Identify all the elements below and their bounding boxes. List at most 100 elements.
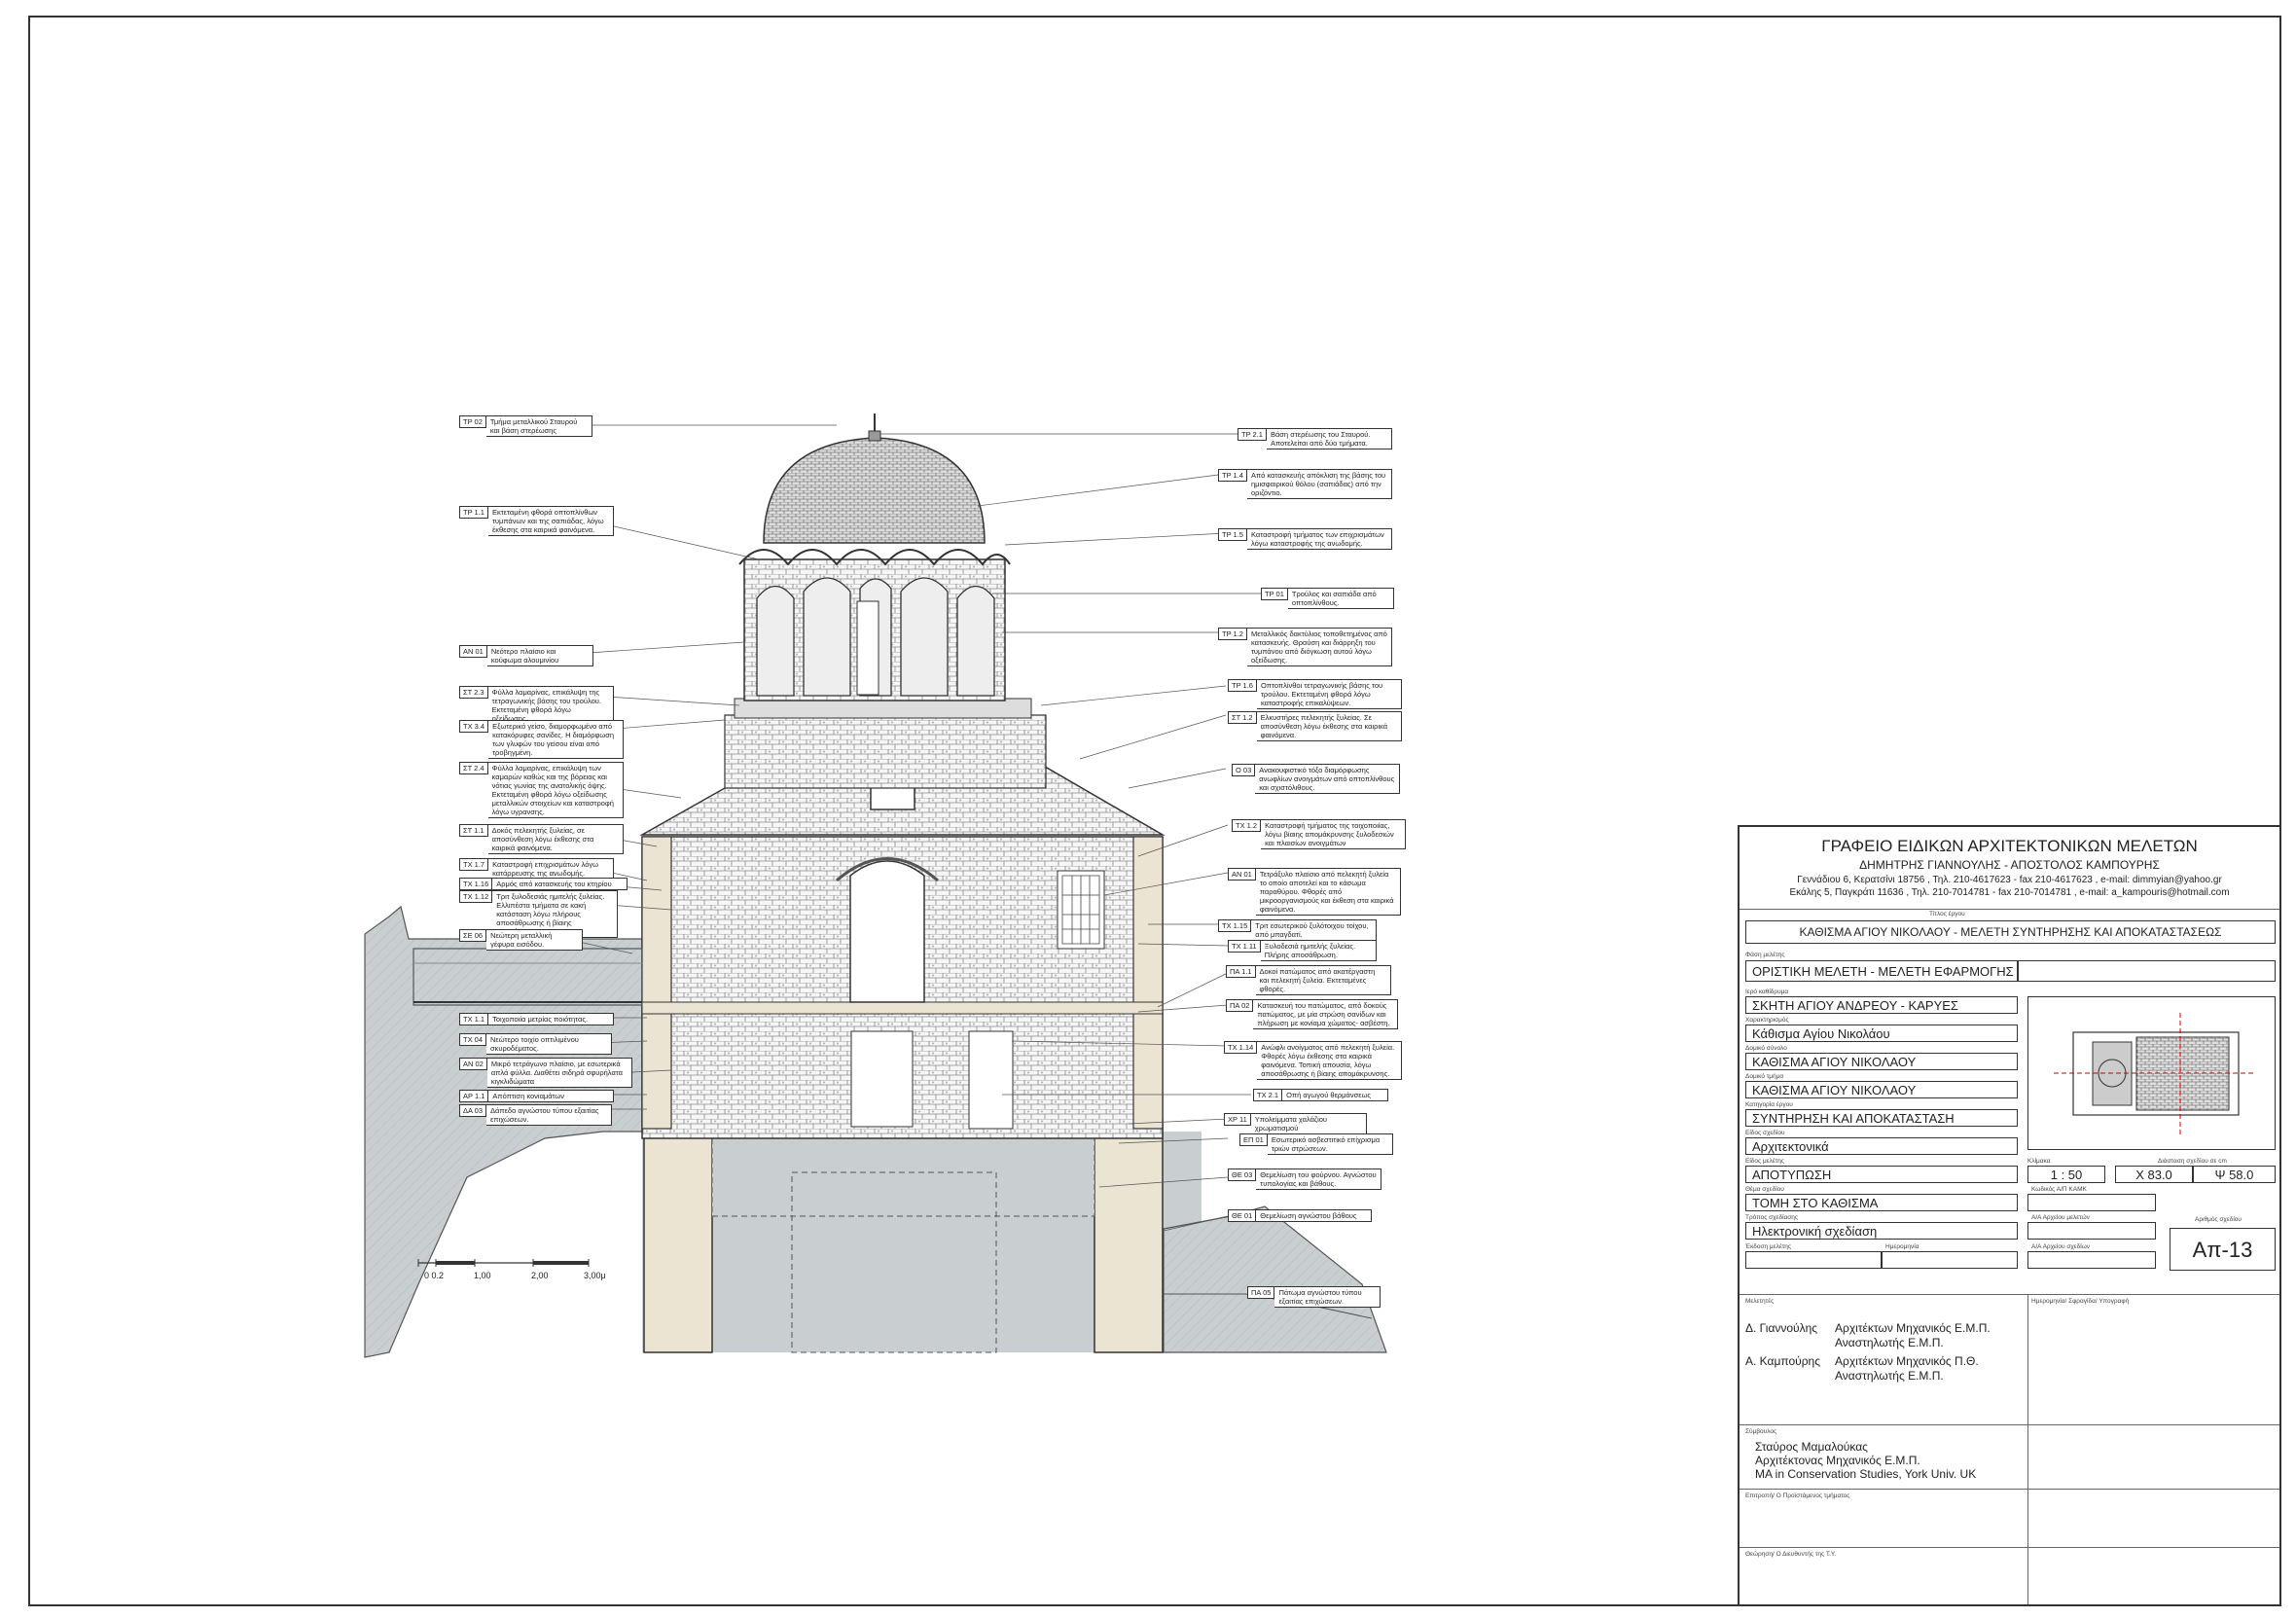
annotation-code: ΠΑ 1.1 bbox=[1226, 965, 1256, 978]
field-5-label: Κατηγορία έργου bbox=[1745, 1101, 1793, 1108]
annotation-code: ΤΧ 3.4 bbox=[459, 720, 489, 733]
code-label: Κωδικός Α/Π ΚΑΜΚ bbox=[2031, 1186, 2087, 1193]
field-1-label: Ιερό καθίδρυμα bbox=[1745, 989, 1789, 995]
annotation-code: ΠΑ 02 bbox=[1226, 999, 1254, 1012]
annotation-left: ΑΝ 01 Νεότερο πλαίσιο και κούφωμα αλουμιν… bbox=[459, 645, 593, 666]
annotation-text: Κατασκευή του πατώματος, από δοκούς πατώ… bbox=[1253, 999, 1399, 1029]
annotation-code: ΑΝ 01 bbox=[459, 645, 487, 658]
annotation-code: ΤΧ 04 bbox=[459, 1033, 487, 1046]
annotation-code: ΤΧ 1.11 bbox=[1228, 940, 1261, 953]
dates-label: Ημερομηνία bbox=[1885, 1243, 1919, 1250]
supervisor-2-label: Θεώρηση/ Ο Διευθυντής της Τ.Υ. bbox=[1745, 1551, 1837, 1558]
annotation-left: ΑΝ 02 Μικρό τετράγωνο πλαίσιο, με εσωτερι… bbox=[459, 1058, 632, 1088]
scale-label-3: 3,00μ bbox=[584, 1271, 606, 1280]
annotation-left: ΤΧ 1.1 Τοιχοποιία μετρίας ποιότητας. bbox=[459, 1013, 615, 1025]
file2-label: Α/Α Αρχείου σχεδίων bbox=[2031, 1243, 2091, 1250]
annotation-text: Βάση στερέωσης του Σταυρού. Αποτελείται … bbox=[1266, 428, 1392, 449]
annotation-right: ΧΡ 11 Υπολείμματα χαλάζιου χρωματισμού bbox=[1224, 1113, 1367, 1134]
annotation-left: ΣΤ 2.4 Φύλλα λαμαρίνας, επικάλυψη των καμ… bbox=[459, 762, 624, 818]
drawing-number: Απ-13 bbox=[2170, 1228, 2276, 1271]
annotation-code: Ο 03 bbox=[1232, 764, 1256, 776]
annotation-code: ΤΡ 1.6 bbox=[1228, 679, 1257, 692]
annotation-text: Καταστροφή επιχρισμάτων λόγω κατάρρευσης… bbox=[488, 858, 615, 880]
annotation-right: ΤΡ 01 Τρούλος και σαπιάδα από οπτοπλίνθου… bbox=[1261, 588, 1394, 609]
designers-label: Μελετητές bbox=[1745, 1298, 1775, 1305]
annotation-right: ΤΧ 1.2 Καταστροφή τμήματος της τοιχοποιία… bbox=[1232, 819, 1407, 849]
annotation-text: Υπολείμματα χαλάζιου χρωματισμού bbox=[1250, 1113, 1367, 1134]
dim-y-value: Ψ 58.0 bbox=[2193, 1166, 2276, 1183]
foundation-left bbox=[643, 1118, 713, 1353]
annotation-code: ΤΧ 1.12 bbox=[459, 890, 493, 903]
file-value bbox=[2027, 1222, 2156, 1240]
annotation-text: Οπτοπλίνθοι τετραγωνικής βάσης του τρούλ… bbox=[1256, 679, 1402, 709]
annotation-text: Καταστροφή τμήματος της τοιχοποιίας, λόγ… bbox=[1261, 819, 1407, 849]
field-9-value: Ηλεκτρονική σχεδίαση bbox=[1745, 1222, 2018, 1240]
annotation-code: ΣΤ 2.4 bbox=[459, 762, 488, 774]
annotation-left: ΤΧ 1.7 Καταστροφή επιχρισμάτων λόγω κατάρ… bbox=[459, 858, 615, 880]
annotation-code: ΤΧ 1.7 bbox=[459, 858, 489, 871]
annotation-text: Θεμελίωση του φούρνου. Αγνώστου τυπολογί… bbox=[1256, 1169, 1382, 1190]
advisor-label: Σύμβουλος bbox=[1745, 1428, 1777, 1435]
annotation-code: ΠΑ 05 bbox=[1247, 1286, 1275, 1299]
annotation-text: Πάτωμα αγνώστου τύπου εξαιτίας επιχώσεων… bbox=[1274, 1286, 1381, 1308]
office-address-1: Γεννάδιου 6, Κερατσίνι 18756 , Τηλ. 210-… bbox=[1797, 875, 2222, 885]
designer-1-role-2: Αναστηλωτής Ε.Μ.Π. bbox=[1835, 1336, 1944, 1349]
annotation-right: ΤΧ 2.1 Οπή αγωγού θερμάνσεως bbox=[1253, 1089, 1389, 1101]
annotation-right: ΘΕ 03 Θεμελίωση του φούρνου. Αγνώστου τυπ… bbox=[1228, 1169, 1382, 1190]
annotation-text: Φύλλα λαμαρίνας, επικάλυψη της τετραγωνι… bbox=[487, 686, 614, 725]
annotation-code: ΤΧ 1.16 bbox=[459, 878, 493, 890]
annotation-right: ΤΧ 1.14 Ανώφλι ανοίγματος από πελεκητή ξυ… bbox=[1224, 1041, 1403, 1080]
annotation-text: Ανώφλι ανοίγματος από πελεκητή ξυλεία. Φ… bbox=[1257, 1041, 1403, 1080]
advisor-degree: MA in Conservation Studies, York Univ. U… bbox=[1755, 1467, 1977, 1481]
advisor-name: Σταύρος Μαμαλούκας bbox=[1755, 1440, 1868, 1454]
annotation-text: Δάπεδο αγνώστου τύπου εξαιτίας επιχώσεων… bbox=[486, 1104, 613, 1126]
phase-label: Φάση μελέτης bbox=[1745, 952, 1785, 958]
annotation-code: ΣΤ 2.3 bbox=[459, 686, 488, 699]
advisor-title: Αρχιτέκτονας Μηχανικός Ε.Μ.Π. bbox=[1755, 1454, 1920, 1467]
annotation-code: ΤΧ 1.14 bbox=[1224, 1041, 1258, 1054]
scale-label-1: 1,00 bbox=[474, 1271, 491, 1280]
annotation-text: Μικρό τετράγωνο πλαίσιο, με εσωτερικά απ… bbox=[486, 1058, 632, 1088]
annotation-text: Ανακουφιστικό τόξο διαμόρφωσης ανωφλίων … bbox=[1255, 764, 1401, 794]
field-7-value: ΑΠΟΤΥΠΩΣΗ bbox=[1745, 1166, 2018, 1183]
annotation-code: ΑΝ 02 bbox=[459, 1058, 487, 1070]
annotation-text: Τοιχοποιία μετρίας ποιότητας. bbox=[488, 1013, 615, 1025]
annotation-code: ΣΤ 1.1 bbox=[459, 824, 488, 837]
annotation-right: ΣΤ 1.2 Ελκυστήρες πελεκητής ξυλείας. Σε α… bbox=[1228, 711, 1402, 741]
scale-label-2: 2,00 bbox=[531, 1271, 549, 1280]
annotation-code: ΤΧ 1.1 bbox=[459, 1013, 489, 1025]
annotation-text: Απόπτιση κονιαμάτων bbox=[488, 1090, 615, 1102]
annotation-text: Από κατασκευής απόκλιση της βάσης του ημ… bbox=[1246, 469, 1392, 499]
annotation-text: Εσωτερικό ασβεστιτικό επίχρισμα τριών στ… bbox=[1267, 1133, 1393, 1155]
signature-label: Ημερομηνία/ Σφραγίδα/ Υπογραφή bbox=[2031, 1298, 2130, 1305]
project-label: Τίτλος έργου bbox=[1929, 911, 1965, 917]
annotation-code: ΤΡ 1.5 bbox=[1218, 528, 1247, 541]
annotation-right: ΕΠ 01 Εσωτερικό ασβεστιτικό επίχρισμα τρι… bbox=[1239, 1133, 1393, 1155]
edition-value bbox=[1745, 1251, 1882, 1269]
annotation-code: ΤΧ 1.15 bbox=[1218, 919, 1252, 932]
annotation-text: Ξυλοδεσιά ημιτελής ξυλείας. Πλήρης αποσά… bbox=[1260, 940, 1377, 961]
annotation-left: ΤΧ 1.16 Αρμός από κατασκευής του κτηρίου bbox=[459, 878, 628, 890]
annotation-code: ΑΡ 1.1 bbox=[459, 1090, 489, 1102]
annotation-text: Τετράξυλο πλαίσιο από πελεκητή ξυλεία το… bbox=[1255, 868, 1401, 916]
annotation-code: ΧΡ 11 bbox=[1224, 1113, 1251, 1126]
annotation-left: ΤΧ 04 Νεώτερο τοιχίο οπτιλιμένου σκυροδέμ… bbox=[459, 1033, 613, 1055]
field-7-label: Είδος μελέτης bbox=[1745, 1158, 1785, 1165]
annotation-code: ΤΧ 1.2 bbox=[1232, 819, 1262, 832]
annotation-text: Οπή αγωγού θερμάνσεως bbox=[1282, 1089, 1389, 1101]
annotation-text: Δοκοί πατώματος από ακατέργαστη και πελε… bbox=[1255, 965, 1391, 995]
field-6-value: Αρχιτεκτονικά bbox=[1745, 1137, 2018, 1155]
annotation-text: Μεταλλικός δακτύλιος τοποθετημένος από κ… bbox=[1246, 628, 1392, 666]
annotation-right: ΤΡ 2.1 Βάση στερέωσης του Σταυρού. Αποτελ… bbox=[1238, 428, 1392, 449]
annotation-text: Τρούλος και σαπιάδα από οπτοπλίνθους. bbox=[1287, 588, 1394, 609]
annotation-text: Καταστροφή τμήματος των επιχρισμάτων λόγ… bbox=[1246, 528, 1392, 550]
scale-field-label: Κλίμακα bbox=[2027, 1158, 2051, 1165]
field-4-label: Δομικό τμήμα bbox=[1745, 1073, 1784, 1080]
annotation-left: ΣΤ 2.3 Φύλλα λαμαρίνας, επικάλυψη της τετ… bbox=[459, 686, 614, 725]
annotation-right: ΤΧ 1.11 Ξυλοδεσιά ημιτελής ξυλείας. Πλήρη… bbox=[1228, 940, 1377, 961]
field-6-label: Είδος σχεδίου bbox=[1745, 1130, 1785, 1136]
annotation-left: ΑΡ 1.1 Απόπτιση κονιαμάτων bbox=[459, 1090, 615, 1102]
scale-label-0: 0 0.2 bbox=[424, 1271, 445, 1280]
annotation-right: ΤΧ 1.15 Τριτ εσωτερικού ξυλότοιχου τοίχου… bbox=[1218, 919, 1378, 941]
scale-value: 1 : 50 bbox=[2027, 1166, 2105, 1183]
